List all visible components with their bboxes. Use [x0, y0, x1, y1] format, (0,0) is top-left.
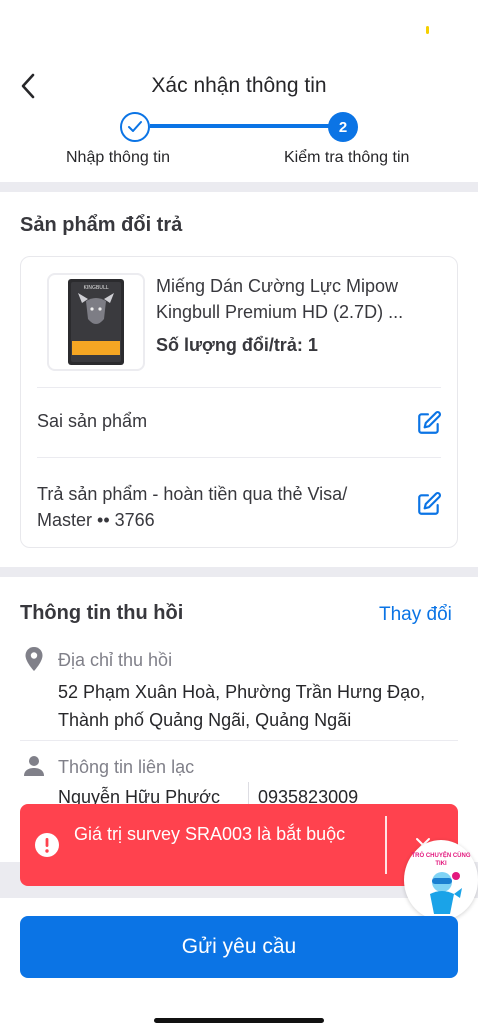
product-image: KINGBULL	[68, 279, 124, 365]
home-indicator	[154, 1018, 324, 1023]
step-1-circle	[120, 112, 150, 142]
edit-icon	[418, 492, 441, 515]
chat-widget-label: TRÒ CHUYỆN CÙNG TIKI	[411, 853, 471, 867]
product-name: Miếng Dán Cường Lực Mipow Kingbull Premi…	[156, 276, 404, 322]
info-divider	[20, 740, 458, 741]
section-divider	[0, 567, 478, 577]
step-2-circle: 2	[328, 112, 358, 142]
product-quantity: Số lượng đổi/trả: 1	[156, 335, 318, 355]
progress-stepper: 2 Nhập thông tin Kiểm tra thông tin	[0, 112, 478, 172]
status-indicator	[426, 26, 429, 34]
step-2-label: Kiểm tra thông tin	[284, 149, 410, 166]
error-toast: Giá trị survey SRA003 là bắt buộc	[20, 804, 458, 886]
contact-label: Thông tin liên lạc	[58, 757, 195, 777]
page-title: Xác nhận thông tin	[151, 74, 327, 97]
section-divider	[0, 182, 478, 192]
location-pin-icon	[21, 646, 47, 672]
person-icon	[21, 753, 47, 779]
edit-reason-button[interactable]	[415, 409, 443, 437]
address-label: Địa chỉ thu hồi	[58, 650, 173, 670]
toast-separator	[385, 816, 387, 874]
edit-icon	[418, 411, 441, 434]
pickup-address: 52 Phạm Xuân Hoà, Phường Trần Hưng Đạo, …	[58, 682, 426, 730]
stepper-line	[150, 124, 330, 128]
toast-message: Giá trị survey SRA003 là bắt buộc	[74, 824, 346, 844]
submit-request-button[interactable]: Gửi yêu cầu	[20, 916, 458, 978]
chat-widget-button[interactable]: TRÒ CHUYỆN CÙNG TIKI	[404, 840, 478, 920]
product-brand-text: KINGBULL	[83, 285, 108, 291]
mascot-icon	[430, 872, 462, 914]
card-divider	[37, 457, 441, 458]
error-icon	[34, 832, 60, 858]
product-thumbnail: KINGBULL	[47, 273, 145, 371]
header: Xác nhận thông tin	[0, 60, 478, 114]
product-card: KINGBULL Miếng Dán Cường Lực Mipow Kingb…	[20, 256, 458, 548]
change-pickup-link[interactable]: Thay đổi	[379, 604, 452, 626]
return-reason: Sai sản phẩm	[37, 411, 148, 431]
product-section-title: Sản phẩm đổi trả	[20, 214, 183, 236]
check-icon	[128, 121, 142, 132]
edit-refund-button[interactable]	[415, 490, 443, 518]
step-1-label: Nhập thông tin	[66, 149, 171, 166]
pickup-section-title: Thông tin thu hồi	[20, 602, 184, 624]
card-divider	[37, 387, 441, 388]
refund-method: Trả sản phẩm - hoàn tiền qua thẻ Visa/ M…	[37, 484, 348, 530]
